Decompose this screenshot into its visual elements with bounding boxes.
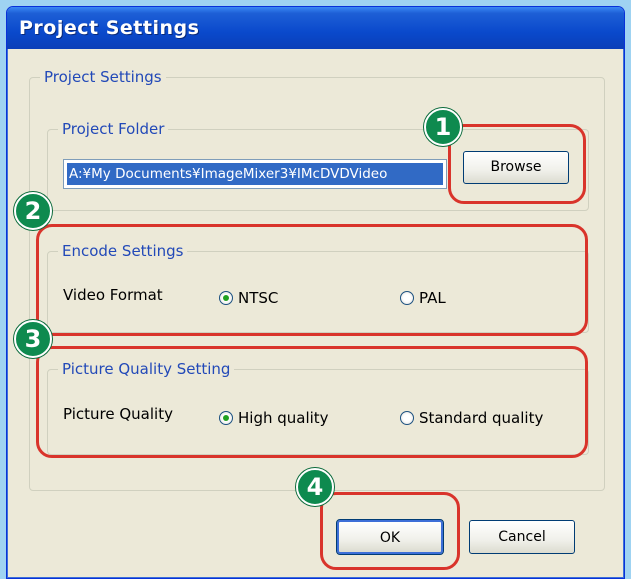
cancel-button[interactable]: Cancel [469, 520, 575, 554]
dialog-title: Project Settings [7, 7, 624, 49]
step-3-badge: 3 [14, 320, 52, 358]
callout-frame-picture-quality [36, 346, 588, 458]
step-2-badge: 2 [14, 192, 52, 230]
project-folder-path-field[interactable]: A:¥My Documents¥ImageMixer3¥IMcDVDVideo [63, 159, 447, 189]
project-folder-group-label: Project Folder [58, 119, 169, 139]
project-settings-group-label: Project Settings [40, 67, 166, 87]
callout-frame-encode-settings [36, 224, 588, 336]
callout-frame-ok [320, 492, 460, 570]
callout-frame-project-folder [448, 124, 586, 204]
step-4-badge: 4 [296, 468, 334, 506]
project-folder-path-text: A:¥My Documents¥ImageMixer3¥IMcDVDVideo [67, 163, 443, 185]
step-1-badge: 1 [424, 108, 462, 146]
